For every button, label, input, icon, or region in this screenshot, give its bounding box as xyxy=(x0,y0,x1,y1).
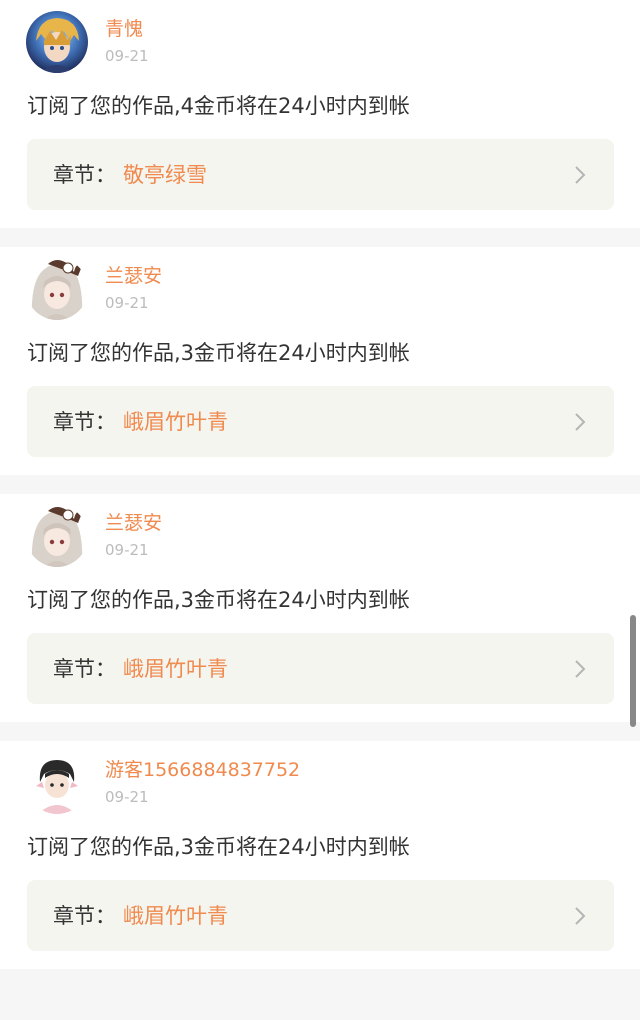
chapter-label: 章节： xyxy=(53,163,116,187)
notification-card: 兰瑟安 09-21 订阅了您的作品,3金币将在24小时内到帐 章节： 峨眉竹叶青 xyxy=(0,494,640,722)
anime-boy-avatar-icon xyxy=(26,752,88,814)
avatar[interactable] xyxy=(26,505,88,567)
chapter-title: 峨眉竹叶青 xyxy=(123,904,228,928)
notification-message: 订阅了您的作品,3金币将在24小时内到帐 xyxy=(27,588,410,612)
chapter-link[interactable]: 章节： 峨眉竹叶青 xyxy=(27,386,614,457)
avatar[interactable] xyxy=(26,752,88,814)
chapter-title: 峨眉竹叶青 xyxy=(123,410,228,434)
chapter-label: 章节： xyxy=(53,904,116,928)
username[interactable]: 青愧 xyxy=(105,17,143,41)
chevron-right-icon xyxy=(572,906,588,926)
username[interactable]: 兰瑟安 xyxy=(105,511,162,535)
chevron-right-icon xyxy=(572,659,588,679)
chevron-right-icon xyxy=(572,412,588,432)
chapter-link[interactable]: 章节： 敬亭绿雪 xyxy=(27,139,614,210)
timestamp: 09-21 xyxy=(105,541,149,559)
chapter-link[interactable]: 章节： 峨眉竹叶青 xyxy=(27,880,614,951)
anime-girl-avatar-icon xyxy=(26,258,88,320)
chevron-right-icon xyxy=(572,165,588,185)
chapter-title: 敬亭绿雪 xyxy=(123,163,207,187)
chapter-title: 峨眉竹叶青 xyxy=(123,657,228,681)
scrollbar[interactable] xyxy=(630,615,636,727)
chapter-label: 章节： xyxy=(53,410,116,434)
chapter-link[interactable]: 章节： 峨眉竹叶青 xyxy=(27,633,614,704)
avatar[interactable] xyxy=(26,258,88,320)
notification-message: 订阅了您的作品,4金币将在24小时内到帐 xyxy=(27,94,410,118)
notification-message: 订阅了您的作品,3金币将在24小时内到帐 xyxy=(27,835,410,859)
notification-list: 青愧 09-21 订阅了您的作品,4金币将在24小时内到帐 章节： 敬亭绿雪 兰… xyxy=(0,0,640,969)
timestamp: 09-21 xyxy=(105,47,149,65)
timestamp: 09-21 xyxy=(105,294,149,312)
anime-girl-avatar-icon xyxy=(26,505,88,567)
username[interactable]: 游客1566884837752 xyxy=(105,758,300,782)
notification-card: 青愧 09-21 订阅了您的作品,4金币将在24小时内到帐 章节： 敬亭绿雪 xyxy=(0,0,640,228)
timestamp: 09-21 xyxy=(105,788,149,806)
notification-message: 订阅了您的作品,3金币将在24小时内到帐 xyxy=(27,341,410,365)
notification-card: 兰瑟安 09-21 订阅了您的作品,3金币将在24小时内到帐 章节： 峨眉竹叶青 xyxy=(0,247,640,475)
notification-card: 游客1566884837752 09-21 订阅了您的作品,3金币将在24小时内… xyxy=(0,741,640,969)
anime-boy-avatar-icon xyxy=(26,11,88,73)
chapter-label: 章节： xyxy=(53,657,116,681)
username[interactable]: 兰瑟安 xyxy=(105,264,162,288)
avatar[interactable] xyxy=(26,11,88,73)
